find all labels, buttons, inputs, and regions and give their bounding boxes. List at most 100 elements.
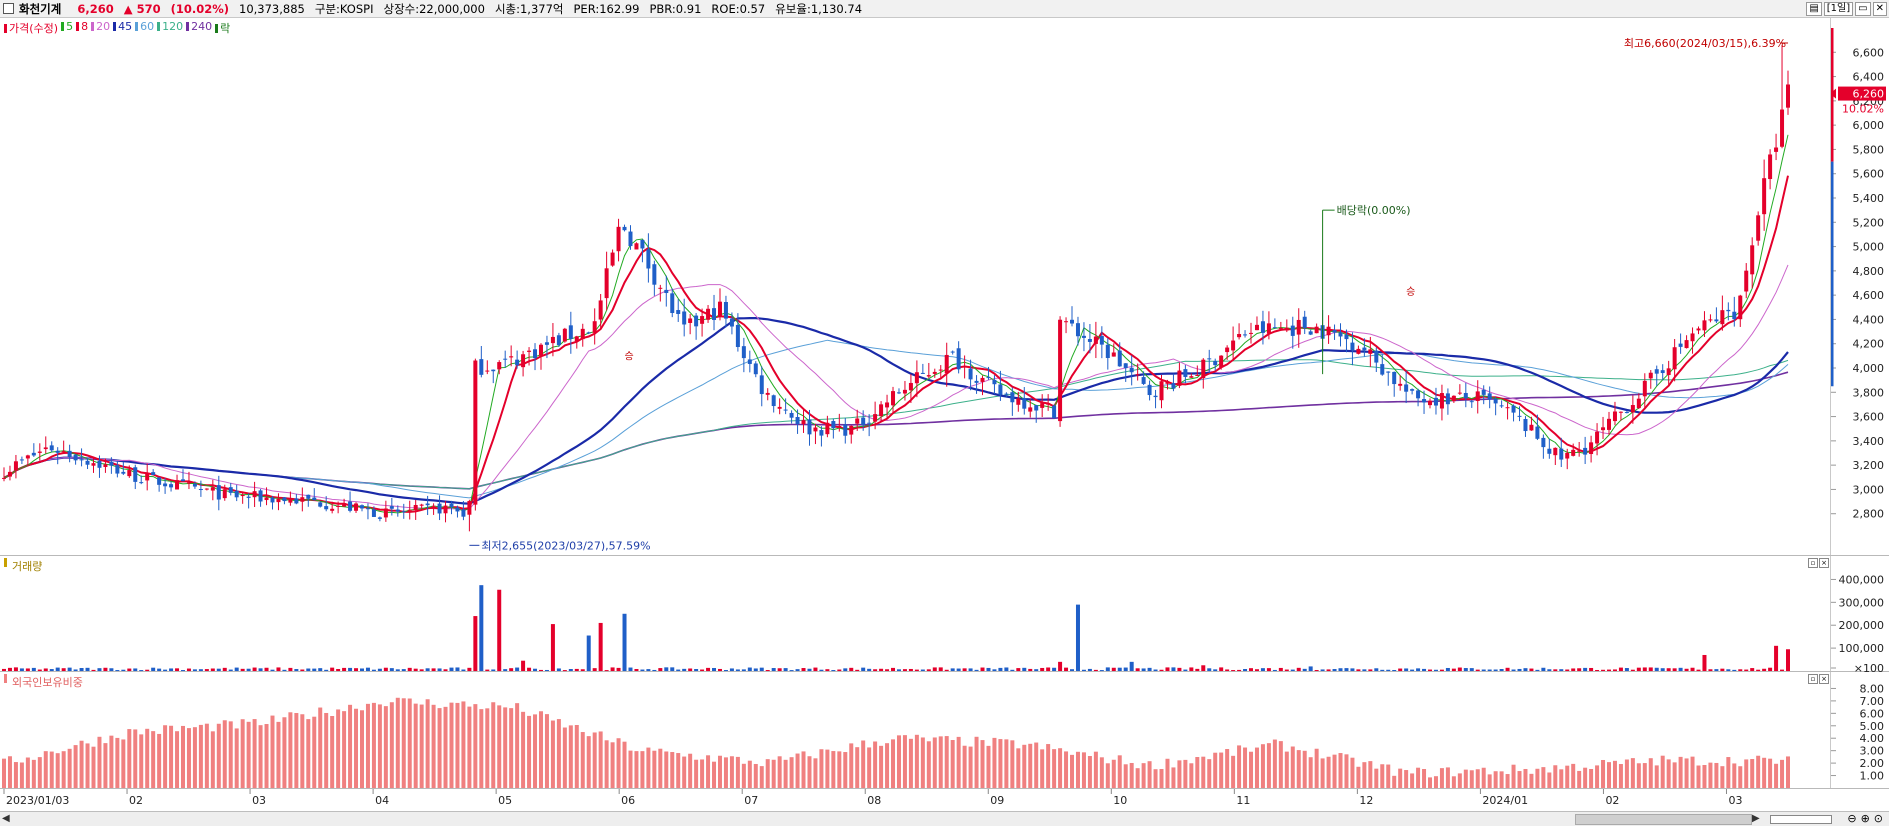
foreign-ownership-bar	[1231, 755, 1236, 788]
volume-bar	[342, 667, 347, 671]
foreign-ownership-bar	[359, 710, 364, 788]
foreign-ownership-bar	[753, 763, 758, 788]
volume-bar	[1290, 669, 1295, 671]
price-panel[interactable]: 6,600 6,400 6,200 6,000 5,800 5,600 5,400 5,200…	[0, 18, 1889, 556]
price-tick-label: 5,200	[1853, 216, 1885, 229]
candle-body	[676, 310, 681, 314]
signal-marker: 승	[624, 351, 633, 363]
foreign-ownership-bar	[1475, 769, 1480, 788]
volume-bar	[1726, 669, 1731, 671]
volume-bar	[1768, 667, 1773, 671]
candle-body	[1207, 358, 1212, 360]
foreign-ownership-bar	[771, 759, 776, 788]
zoom-out-icon[interactable]: ⊖	[1847, 812, 1856, 825]
candle-body	[1260, 321, 1265, 333]
volume-bar	[419, 669, 424, 671]
legend-item[interactable]: 45	[113, 20, 132, 36]
foreign-close-button[interactable]: ×	[1819, 674, 1829, 684]
legend-item[interactable]: 5	[61, 20, 73, 36]
volume-bar	[497, 589, 502, 671]
volume-bar	[1046, 667, 1051, 671]
legend-item[interactable]: 8	[76, 20, 88, 36]
foreign-ownership-bar	[151, 731, 156, 788]
foreign-ownership-bar	[1428, 777, 1433, 788]
foreign-tick-label: 6.00	[1860, 707, 1885, 720]
volume-bar	[676, 669, 681, 671]
foreign-ownership-bar	[1445, 767, 1450, 788]
volume-chart: 400,000 300,000 200,000 100,000 ×100	[2, 573, 1884, 672]
volume-legend: 거래량	[4, 558, 42, 574]
volume-bar	[61, 668, 66, 671]
legend-item[interactable]: 가격(수정)	[4, 20, 58, 36]
legend-item[interactable]: 20	[91, 20, 110, 36]
foreign-ownership-bar	[1284, 751, 1289, 788]
volume-bar	[1332, 669, 1337, 671]
foreign-ownership-panel[interactable]: 8.00 7.00 6.00 5.00 4.00 3.00 2.00 1.00 외국인보유비중…	[0, 672, 1889, 789]
zoom-in-icon[interactable]: ⊕	[1861, 812, 1870, 825]
candle-body	[1147, 384, 1152, 396]
candle-body	[1117, 350, 1122, 367]
high-price-label: 최고6,660(2024/03/15),6.39%	[1624, 37, 1786, 50]
foreign-tick-label: 3.00	[1860, 745, 1885, 758]
zoom-reset-icon[interactable]: ⊙	[1874, 812, 1883, 825]
volume-bar	[246, 668, 251, 671]
foreign-ownership-bar	[1762, 757, 1767, 788]
volume-bar	[25, 668, 30, 671]
scroll-thumb[interactable]	[1575, 814, 1752, 825]
window-menu-icon[interactable]	[3, 3, 14, 14]
foreign-ownership-bar	[1684, 758, 1689, 788]
x-tick-label: 07	[744, 794, 758, 807]
legend-item[interactable]: 락	[215, 20, 230, 36]
scroll-left-arrow-icon[interactable]: ◀	[2, 813, 10, 824]
volume-bar	[1499, 669, 1504, 671]
zoom-slider[interactable]	[1770, 815, 1832, 824]
volume-bar	[19, 668, 24, 671]
volume-bar	[431, 668, 436, 671]
legend-item[interactable]: 120	[157, 20, 183, 36]
candle-body	[324, 506, 329, 510]
foreign-ownership-bar	[270, 715, 275, 788]
scroll-right-arrow-icon[interactable]: ▶	[1752, 813, 1760, 824]
candle-body	[1356, 348, 1361, 354]
reserve-ratio: 유보율:1,130.74	[775, 1, 863, 16]
chart-config-button[interactable]: ▤	[1806, 2, 1822, 16]
close-button[interactable]: ✕	[1872, 2, 1887, 16]
candle-body	[479, 359, 484, 375]
volume-maximize-button[interactable]: ▫	[1808, 558, 1818, 568]
candle-body	[1726, 309, 1731, 312]
legend-item[interactable]: 240	[186, 20, 212, 36]
foreign-ownership-bar	[1302, 750, 1307, 788]
foreign-ownership-bar	[1607, 762, 1612, 788]
period-button[interactable]: [1일]	[1823, 2, 1854, 16]
foreign-ownership-bar	[1750, 759, 1755, 788]
volume-close-button[interactable]: ×	[1819, 558, 1829, 568]
candle-body	[1523, 418, 1528, 432]
foreign-ownership-bar	[1583, 767, 1588, 788]
volume-bar	[473, 616, 478, 671]
foreign-ownership-bar	[180, 725, 185, 788]
foreign-maximize-button[interactable]: ▫	[1808, 674, 1818, 684]
candle-body	[1052, 405, 1057, 419]
price-tick-label: 4,600	[1853, 289, 1885, 302]
candle-body	[1457, 392, 1462, 394]
foreign-ownership-bar	[950, 740, 955, 788]
volume-bar	[365, 667, 370, 671]
volume-bar	[896, 669, 901, 671]
chart-scrollbar[interactable]: ◀ ▶ ⊖ ⊕ ⊙	[0, 811, 1889, 826]
volume-bar	[1654, 667, 1659, 671]
foreign-ownership-chart: 8.007.006.005.004.003.002.001.00	[2, 682, 1885, 788]
candle-body	[49, 445, 54, 451]
foreign-ownership-bar	[1326, 756, 1331, 788]
candle-body	[574, 336, 579, 342]
candle-body	[180, 479, 185, 482]
candle-body	[1487, 393, 1492, 400]
foreign-ownership-bar	[79, 740, 84, 788]
volume-panel[interactable]: 400,000 300,000 200,000 100,000 ×100 거래량 ▫ ×	[0, 556, 1889, 672]
foreign-ownership-bar	[920, 737, 925, 788]
foreign-ownership-bar	[1237, 745, 1242, 788]
volume-bar	[717, 668, 722, 671]
minimize-button[interactable]: ▭	[1855, 2, 1871, 16]
candle-body	[902, 389, 907, 394]
legend-item[interactable]: 60	[135, 20, 154, 36]
candle-body	[861, 417, 866, 426]
